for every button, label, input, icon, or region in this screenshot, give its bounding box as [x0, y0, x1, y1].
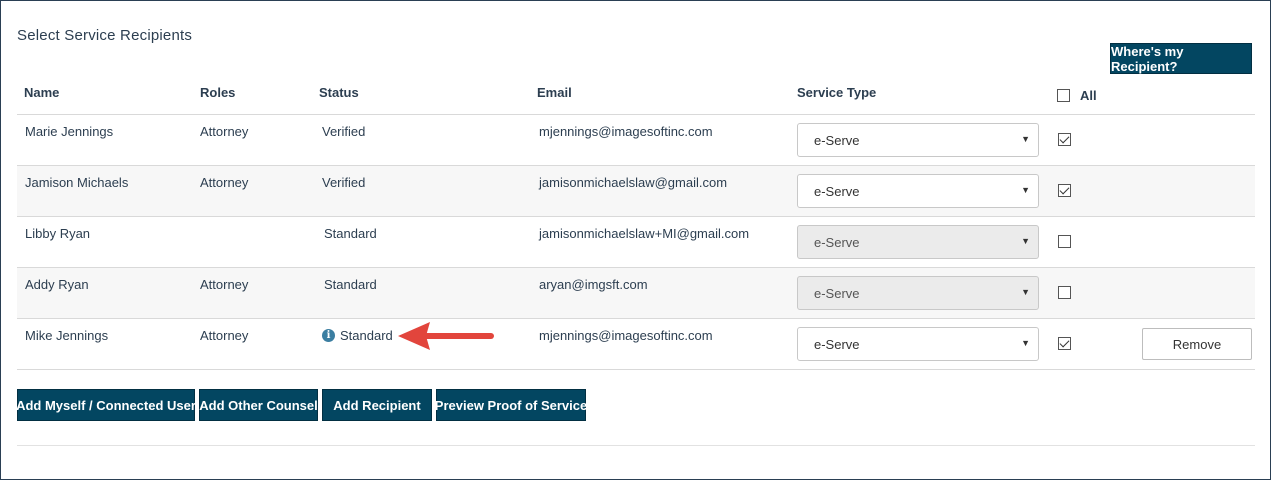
recipient-name: Addy Ryan	[25, 277, 89, 292]
info-circle-icon[interactable]: i	[322, 329, 335, 342]
recipient-email: mjennings@imagesoftinc.com	[539, 328, 713, 343]
recipient-name: Mike Jennings	[25, 328, 109, 343]
service-type-value: e-Serve	[814, 183, 860, 199]
column-header-status: Status	[319, 85, 359, 100]
table-bottom-divider	[17, 369, 1255, 370]
recipient-checkbox[interactable]	[1058, 337, 1071, 350]
select-all[interactable]: All	[1057, 88, 1097, 103]
table-row: Marie Jennings Attorney Verified mjennin…	[17, 114, 1255, 165]
recipient-role: Attorney	[200, 277, 249, 292]
table-row: Libby Ryan Standard jamisonmichaelslaw+M…	[17, 216, 1255, 267]
service-type-value: e-Serve	[814, 285, 860, 301]
column-header-name: Name	[24, 85, 60, 100]
recipient-status: i Standard	[322, 328, 393, 343]
table-row: Jamison Michaels Attorney Verified jamis…	[17, 165, 1255, 216]
add-recipient-button[interactable]: Add Recipient	[322, 389, 432, 421]
select-all-checkbox[interactable]	[1057, 89, 1070, 102]
annotation-arrow-icon	[398, 322, 494, 350]
service-type-select[interactable]: e-Serve ▼	[797, 327, 1039, 361]
wheres-my-recipient-button[interactable]: Where's my Recipient?	[1110, 43, 1252, 74]
service-type-select[interactable]: e-Serve ▼	[797, 123, 1039, 157]
recipient-role: Attorney	[200, 175, 249, 190]
recipient-status-label: Standard	[340, 328, 393, 343]
recipient-status: Standard	[324, 277, 377, 292]
recipient-email: jamisonmichaelslaw@gmail.com	[539, 175, 728, 190]
recipient-name: Libby Ryan	[25, 226, 91, 241]
recipient-name: Marie Jennings	[25, 124, 114, 139]
recipient-checkbox[interactable]	[1058, 133, 1071, 146]
recipient-status: Standard	[324, 226, 377, 241]
service-type-select[interactable]: e-Serve ▼	[797, 174, 1039, 208]
service-type-value: e-Serve	[814, 234, 860, 250]
select-all-label: All	[1080, 88, 1097, 103]
recipient-role: Attorney	[200, 124, 249, 139]
service-recipients-panel: Select Service Recipients Where's my Rec…	[0, 0, 1271, 480]
chevron-down-icon: ▼	[1021, 338, 1030, 348]
footer-divider	[17, 445, 1255, 446]
add-other-counsel-button[interactable]: Add Other Counsel	[199, 389, 318, 421]
service-type-select: e-Serve ▼	[797, 276, 1039, 310]
chevron-down-icon: ▼	[1021, 236, 1030, 246]
recipient-checkbox[interactable]	[1058, 184, 1071, 197]
recipient-role: Attorney	[200, 328, 249, 343]
recipient-checkbox[interactable]	[1058, 286, 1071, 299]
remove-button[interactable]: Remove	[1142, 328, 1252, 360]
recipient-email: mjennings@imagesoftinc.com	[539, 124, 713, 139]
table-row: Mike Jennings Attorney i Standard mjenni…	[17, 318, 1255, 369]
section-title: Select Service Recipients	[17, 27, 193, 44]
column-header-service-type: Service Type	[797, 85, 877, 100]
table-row: Addy Ryan Attorney Standard aryan@imgsft…	[17, 267, 1255, 318]
chevron-down-icon: ▼	[1021, 287, 1030, 297]
column-header-roles: Roles	[200, 85, 236, 100]
add-myself-button[interactable]: Add Myself / Connected User	[16, 389, 196, 421]
service-type-value: e-Serve	[814, 336, 860, 352]
recipient-checkbox[interactable]	[1058, 235, 1071, 248]
preview-proof-of-service-button[interactable]: Preview Proof of Service	[435, 389, 587, 421]
service-type-value: e-Serve	[814, 132, 860, 148]
recipient-name: Jamison Michaels	[25, 175, 129, 190]
recipient-email: aryan@imgsft.com	[539, 277, 648, 292]
column-header-email: Email	[537, 85, 572, 100]
service-type-select: e-Serve ▼	[797, 225, 1039, 259]
chevron-down-icon: ▼	[1021, 185, 1030, 195]
recipient-email: jamisonmichaelslaw+MI@gmail.com	[539, 226, 750, 241]
recipient-status: Verified	[322, 124, 366, 139]
chevron-down-icon: ▼	[1021, 134, 1030, 144]
recipient-status: Verified	[322, 175, 366, 190]
